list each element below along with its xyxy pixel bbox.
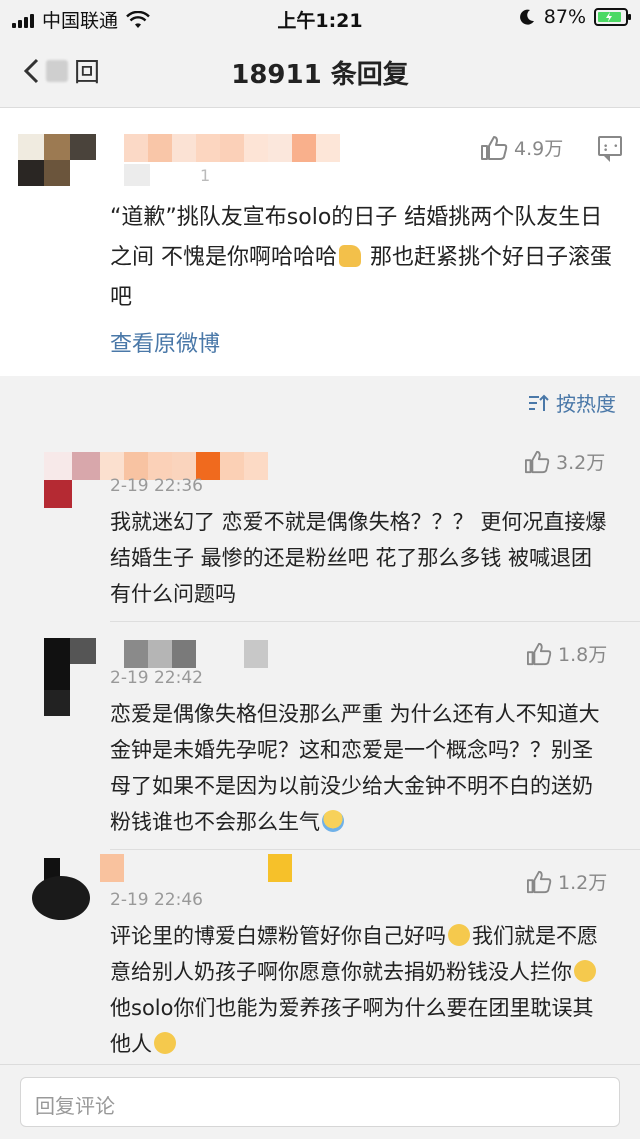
view-original-link[interactable]: 查看原微博	[110, 326, 220, 358]
sort-button[interactable]: 按热度	[528, 388, 616, 417]
thumbs-up-icon	[527, 870, 552, 893]
crying-emoji-icon	[322, 810, 344, 832]
shocked-emoji-icon	[574, 960, 596, 982]
status-bar: 中国联通 上午1:21 87%	[0, 0, 640, 36]
reply-text: 恋爱是偶像失格但没那么严重 为什么还有人不知道大金钟是未婚先孕呢？这和恋爱是一个…	[110, 696, 610, 840]
reply-input[interactable]: 回复评论	[20, 1077, 620, 1127]
reply-text-part-1: 评论里的博爱白嫖粉管好你自己好吗	[110, 924, 446, 948]
sort-icon	[529, 394, 549, 411]
thumbs-up-icon	[481, 135, 508, 160]
like-button[interactable]: 1.8万	[526, 640, 607, 667]
reply-item: 3.2万 2-19 22:36 我就迷幻了 恋爱不就是偶像失格？？？ 更何况直接…	[0, 424, 640, 622]
username-redacted[interactable]	[124, 134, 340, 162]
username-redacted[interactable]	[100, 854, 292, 882]
thumbs-up-emoji-icon	[339, 245, 361, 267]
reply-item: 1.8万 2-19 22:42 恋爱是偶像失格但没那么严重 为什么还有人不知道大…	[0, 622, 640, 850]
username-redacted[interactable]	[124, 640, 268, 668]
thumbs-up-icon	[525, 450, 550, 473]
like-count: 1.8万	[558, 644, 608, 666]
reply-time: 2-19 22:46	[110, 890, 203, 910]
battery-icon	[594, 8, 631, 26]
avatar[interactable]	[32, 858, 94, 920]
reply-text: 我就迷幻了 恋爱不就是偶像失格？？？ 更何况直接爆结婚生子 最惨的还是粉丝吧 花…	[110, 510, 607, 606]
reply-time: 2-19 22:42	[110, 668, 203, 688]
avatar[interactable]	[44, 452, 100, 508]
reply-text: 评论里的博爱白嫖粉管好你自己好吗 我们就是不愿意给别人奶孩子啊你愿意你就去捐奶粉钱…	[110, 918, 610, 1062]
comment-time-fragment: 1	[200, 166, 211, 185]
reply-text-body: 恋爱是偶像失格但没那么严重 为什么还有人不知道大金钟是未婚先孕呢？这和恋爱是一个…	[110, 702, 600, 834]
like-button[interactable]: 1.2万	[526, 868, 607, 895]
avatar[interactable]	[18, 134, 96, 186]
shocked-emoji-icon	[448, 924, 470, 946]
nav-bar: 回 18911 条回复	[0, 36, 640, 108]
reply-input-bar: 回复评论	[0, 1064, 640, 1139]
main-comment: 1 4.9万 • • • “道歉”挑队友宣布solo的日子 结婚挑两个队友生日之…	[0, 108, 640, 376]
like-count: 3.2万	[556, 452, 606, 474]
shocked-emoji-icon	[154, 1032, 176, 1054]
status-right: 87%	[518, 6, 631, 28]
thumbs-up-icon	[527, 642, 552, 665]
time-redacted	[124, 164, 150, 186]
avatar[interactable]	[44, 638, 96, 716]
moon-icon	[519, 9, 534, 25]
comment-text: “道歉”挑队友宣布solo的日子 结婚挑两个队友生日之间 不愧是你啊哈哈哈 那也…	[110, 198, 620, 318]
message-icon[interactable]: • • •	[598, 136, 622, 162]
like-count: 1.2万	[558, 872, 608, 894]
like-button[interactable]: 3.2万	[524, 448, 605, 475]
sort-bar: 按热度	[0, 376, 640, 424]
battery-level	[598, 12, 621, 22]
reply-text-part-3: 他solo你们也能为爱养孩子啊为什么要在团里耽误其他人	[110, 996, 594, 1056]
like-button[interactable]: 4.9万	[480, 134, 563, 161]
reply-time: 2-19 22:36	[110, 476, 203, 496]
reply-item: 1.2万 2-19 22:46 评论里的博爱白嫖粉管好你自己好吗 我们就是不愿意给…	[0, 850, 640, 1064]
sort-label: 按热度	[556, 392, 616, 416]
like-count: 4.9万	[514, 138, 564, 160]
page-title: 18911 条回复	[231, 60, 409, 90]
battery-percent: 87%	[543, 6, 586, 28]
